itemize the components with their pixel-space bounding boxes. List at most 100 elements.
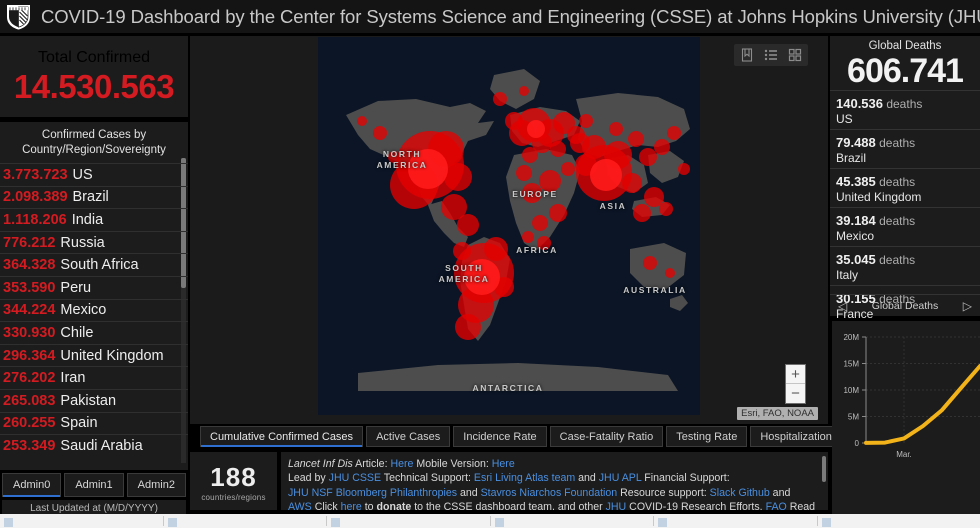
credits-link[interactable]: Here [390,458,413,470]
deaths-next-arrow-icon[interactable]: ▷ [963,299,972,313]
countries-count-label: countries/regions [201,493,266,502]
credits-link[interactable]: JHU APL [599,472,642,484]
case-count: 344.224 [3,302,56,319]
case-count: 2.098.389 [3,189,68,206]
confirmed-case-row[interactable]: 265.083 Pakistan [0,388,188,412]
death-row[interactable]: 140.536 deaths US [830,90,980,129]
credits-link[interactable]: Stavros Niarchos Foundation [481,487,618,499]
credits-link[interactable]: Bloomberg Philanthropies [336,487,457,499]
os-taskbar [0,514,980,528]
taskbar-slot[interactable] [491,514,654,528]
credits-link[interactable]: Here [492,458,515,470]
total-confirmed-value: 14.530.563 [13,68,175,105]
credits-link[interactable]: FAQ [766,501,787,510]
case-country-name: Iran [60,370,86,387]
case-country-name: United Kingdom [60,347,164,364]
confirmed-case-row[interactable]: 3.773.723 US [0,163,188,186]
confirmed-cases-panel: Confirmed Cases by Country/Region/Sovere… [0,122,188,470]
global-deaths-panel: Global Deaths 606.741 140.536 deaths US 79… [830,36,980,321]
app-icon [331,518,340,527]
credits-link[interactable]: Slack [710,487,736,499]
zoom-out-button[interactable]: − [786,384,805,403]
case-count: 276.202 [3,370,56,387]
case-country-name: Russia [60,234,105,251]
confirmed-case-row[interactable]: 2.098.389 Brazil [0,185,188,209]
countries-count-box: 188 countries/regions [190,452,277,510]
global-deaths-nav: ◁ Global Deaths ▷ [830,294,980,316]
case-count: 3.773.723 [3,166,68,183]
chart-series-confirmed [864,364,980,445]
taskbar-slot[interactable] [164,514,327,528]
admin-tab-admin2[interactable]: Admin2 [126,473,186,497]
taskbar-slot[interactable] [327,514,490,528]
death-row[interactable]: 79.488 deaths Brazil [830,129,980,168]
confirmed-case-row[interactable]: 1.118.206 India [0,208,188,231]
chart-y-tick-label: 10M [843,386,859,395]
confirmed-case-row[interactable]: 260.255 Spain [0,411,188,435]
grid-icon[interactable] [788,48,802,62]
map-tab-cumulative-confirmed-cases[interactable]: Cumulative Confirmed Cases [200,426,364,447]
credits-line: Lancet Inf Dis Article: Here Mobile Vers… [288,458,515,470]
case-count: 353.590 [3,279,56,296]
total-confirmed-label: Total Confirmed [37,49,151,66]
taskbar-slot[interactable] [818,514,980,528]
list-icon[interactable] [764,48,778,62]
map-layer-tabs: Cumulative Confirmed Cases Active Cases In… [200,426,869,447]
credits-link[interactable]: Github [739,487,770,499]
countries-count-value: 188 [210,462,257,492]
case-count: 330.930 [3,324,56,341]
confirmed-case-row[interactable]: 296.364 United Kingdom [0,343,188,367]
confirmed-case-row[interactable]: 353.590 Peru [0,275,188,299]
confirmed-case-row[interactable]: 330.930 Chile [0,321,188,344]
map-tab-case-fatality-ratio[interactable]: Case-Fatality Ratio [549,426,664,447]
jhu-shield-icon [7,4,30,29]
credits-link[interactable]: NSF [312,487,333,499]
taskbar-slot[interactable] [654,514,817,528]
credits-scrollbar[interactable] [822,456,826,482]
chart-y-tick-label: 0 [855,439,860,448]
confirmed-case-row[interactable]: 253.349 Saudi Arabia [0,434,188,457]
case-country-name: Pakistan [60,392,117,409]
taskbar-slot[interactable] [0,514,163,528]
death-row[interactable]: 39.184 deaths Mexico [830,207,980,246]
death-row[interactable]: 35.045 deaths Italy [830,246,980,285]
death-country-name: Italy [836,268,859,282]
confirmed-case-row[interactable]: 364.328 South Africa [0,253,188,276]
page-title: COVID-19 Dashboard by the Center for Sys… [41,5,980,27]
death-row[interactable]: 45.385 deaths United Kingdom [830,168,980,207]
bookmark-icon[interactable] [740,48,754,62]
credits-link[interactable]: here [341,501,362,510]
death-count: 140.536 [836,96,883,111]
admin-tab-admin1[interactable]: Admin1 [64,473,124,497]
death-count: 39.184 [836,213,876,228]
credits-link[interactable]: Esri Living Atlas team [474,472,575,484]
case-country-name: US [72,166,93,183]
credits-link[interactable]: JHU [288,487,309,499]
admin-tab-admin0[interactable]: Admin0 [2,473,62,497]
map-tab-incidence-rate[interactable]: Incidence Rate [453,426,547,447]
deaths-prev-arrow-icon[interactable]: ◁ [838,299,847,313]
zoom-in-button[interactable]: + [786,365,805,384]
confirmed-case-row[interactable]: 776.212 Russia [0,230,188,254]
app-icon [4,518,13,527]
credits-line: Lead by JHU CSSE Technical Support: Esri… [288,472,730,485]
chart-y-tick-label: 20M [843,333,859,342]
credits-text[interactable]: Lancet Inf Dis Article: Here Mobile Vers… [281,452,828,510]
death-word: deaths [875,214,916,228]
app-icon [167,518,177,527]
death-word: deaths [875,253,916,267]
credits-link[interactable]: JHU CSSE [329,472,381,484]
confirmed-case-row[interactable]: 344.224 Mexico [0,298,188,322]
map-canvas[interactable]: NORTH AMERICA SOUTH AMERICA EUROPE AFRICA … [318,37,700,415]
map-tab-testing-rate[interactable]: Testing Rate [666,426,748,447]
case-count: 364.328 [3,257,56,274]
map-panel[interactable]: NORTH AMERICA SOUTH AMERICA EUROPE AFRICA … [190,36,828,424]
footer-panel: 188 countries/regions Lancet Inf Dis Art… [190,452,828,510]
case-country-name: Peru [60,279,92,296]
confirmed-cases-title: Confirmed Cases by Country/Region/Sovere… [22,129,166,156]
case-country-name: Chile [60,324,94,341]
map-tab-active-cases[interactable]: Active Cases [366,426,451,447]
credits-link[interactable]: AWS [288,501,312,510]
credits-link[interactable]: JHU [606,501,627,510]
confirmed-case-row[interactable]: 276.202 Iran [0,366,188,389]
